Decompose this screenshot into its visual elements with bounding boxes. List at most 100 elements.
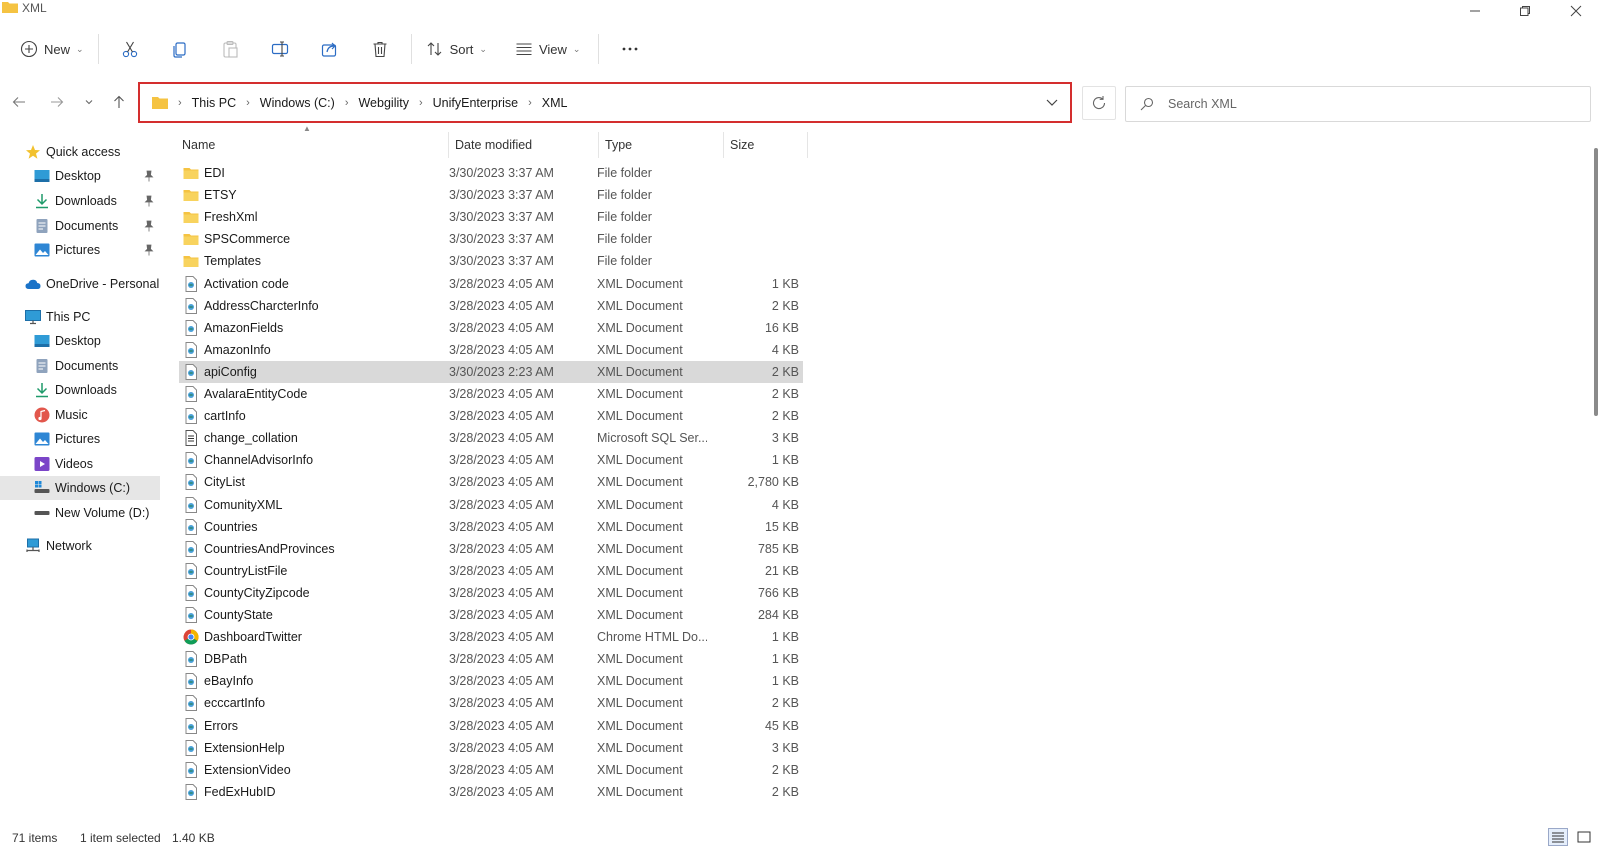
column-divider[interactable] — [807, 132, 808, 158]
file-row[interactable]: SPSCommerce 3/30/2023 3:37 AM File folder — [179, 228, 803, 250]
file-row[interactable]: ExtensionVideo 3/28/2023 4:05 AM XML Docum… — [179, 759, 803, 781]
file-row[interactable]: eBayInfo 3/28/2023 4:05 AM XML Document 1 K… — [179, 670, 803, 692]
copy-button[interactable] — [155, 31, 205, 67]
column-divider[interactable] — [598, 132, 599, 158]
pin-icon[interactable] — [144, 170, 154, 182]
column-divider[interactable] — [723, 132, 724, 158]
tiles-view-button[interactable] — [1574, 828, 1594, 846]
file-row[interactable]: apiConfig 3/30/2023 2:23 AM XML Document 2 … — [179, 360, 803, 383]
file-row[interactable]: ETSY 3/30/2023 3:37 AM File folder — [179, 184, 803, 206]
file-row[interactable]: AvalaraEntityCode 3/28/2023 4:05 AM XML Do… — [179, 383, 803, 405]
more-options-button[interactable] — [605, 31, 655, 67]
pin-icon[interactable] — [144, 220, 154, 232]
file-row[interactable]: ecccartInfo 3/28/2023 4:05 AM XML Document… — [179, 692, 803, 714]
new-button[interactable]: New ⌄ — [12, 31, 92, 67]
file-name: CountryListFile — [204, 563, 288, 578]
file-size: 2 KB — [771, 696, 799, 711]
file-row[interactable]: CountyCityZipcode 3/28/2023 4:05 AM XML Do… — [179, 582, 803, 604]
file-list: ▲ Name Date modified Type Size EDI 3/30/2… — [162, 124, 1592, 814]
file-date-modified: 3/28/2023 4:05 AM — [449, 563, 554, 578]
sidebar-item-downloads-pinned[interactable]: Downloads — [0, 189, 160, 213]
breadcrumb-windows-c[interactable]: Windows (C:) — [260, 96, 335, 110]
xml-file-icon — [183, 341, 199, 358]
file-date-modified: 3/30/2023 3:37 AM — [449, 210, 554, 225]
cut-button[interactable] — [105, 31, 155, 67]
column-header-type[interactable]: Type — [605, 132, 715, 158]
file-row[interactable]: AmazonFields 3/28/2023 4:05 AM XML Documen… — [179, 317, 803, 339]
file-row[interactable]: CityList 3/28/2023 4:05 AM XML Document 2,7… — [179, 471, 803, 493]
sidebar-item-documents[interactable]: Documents — [0, 354, 160, 378]
up-button[interactable] — [107, 90, 131, 114]
column-header-date[interactable]: Date modified — [455, 132, 595, 158]
pin-icon[interactable] — [144, 244, 154, 256]
file-row[interactable]: DBPath 3/28/2023 4:05 AM XML Document 1 KB — [179, 648, 803, 670]
restore-button[interactable] — [1502, 0, 1548, 22]
rename-button[interactable] — [255, 31, 305, 67]
refresh-button[interactable] — [1082, 86, 1116, 120]
sidebar-item-desktop-pinned[interactable]: Desktop — [0, 164, 160, 188]
file-row[interactable]: AmazonInfo 3/28/2023 4:05 AM XML Document 4… — [179, 339, 803, 361]
sidebar-item-videos[interactable]: Videos — [0, 452, 160, 476]
vertical-scrollbar[interactable] — [1592, 128, 1600, 814]
column-header-name[interactable]: Name — [182, 132, 438, 158]
close-button[interactable] — [1553, 0, 1599, 22]
column-header-size[interactable]: Size — [730, 132, 800, 158]
file-row[interactable]: ExtensionHelp 3/28/2023 4:05 AM XML Docume… — [179, 737, 803, 759]
address-bar[interactable]: › This PC › Windows (C:) › Webgility › U… — [138, 82, 1072, 123]
file-row[interactable]: Templates 3/30/2023 3:37 AM File folder — [179, 250, 803, 272]
sidebar-item-onedrive[interactable]: OneDrive - Personal — [0, 272, 160, 296]
file-row[interactable]: AddressCharcterInfo 3/28/2023 4:05 AM XML … — [179, 295, 803, 317]
share-button[interactable] — [305, 31, 355, 67]
file-type: XML Document — [597, 652, 683, 667]
chevron-down-icon[interactable] — [1044, 94, 1060, 110]
pin-icon[interactable] — [144, 195, 154, 207]
file-name: EDI — [204, 166, 225, 180]
file-row[interactable]: ChannelAdvisorInfo 3/28/2023 4:05 AM XML D… — [179, 449, 803, 471]
sidebar-item-music[interactable]: Music — [0, 403, 160, 427]
search-box[interactable] — [1125, 86, 1591, 122]
sidebar-item-new-volume-d[interactable]: New Volume (D:) — [0, 501, 160, 525]
breadcrumb-this-pc[interactable]: This PC — [192, 96, 236, 110]
forward-button[interactable] — [45, 90, 69, 114]
file-name: ChannelAdvisorInfo — [204, 453, 314, 468]
sidebar-item-pictures-pinned[interactable]: Pictures — [0, 238, 160, 262]
file-row[interactable]: CountyState 3/28/2023 4:05 AM XML Document… — [179, 604, 803, 626]
back-button[interactable] — [7, 90, 31, 114]
file-row[interactable]: EDI 3/30/2023 3:37 AM File folder — [179, 162, 803, 184]
sidebar-item-quick-access[interactable]: Quick access — [0, 140, 160, 164]
file-row[interactable]: Activation code 3/28/2023 4:05 AM XML Docu… — [179, 273, 803, 295]
search-input[interactable] — [1168, 97, 1568, 111]
breadcrumb-webgility[interactable]: Webgility — [358, 96, 408, 110]
sidebar-item-desktop[interactable]: Desktop — [0, 329, 160, 353]
view-button[interactable]: View ⌄ — [507, 31, 589, 67]
file-row[interactable]: CountriesAndProvinces 3/28/2023 4:05 AM XM… — [179, 538, 803, 560]
file-type: XML Document — [597, 563, 683, 578]
file-row[interactable]: FreshXml 3/30/2023 3:37 AM File folder — [179, 206, 803, 228]
file-row[interactable]: Countries 3/28/2023 4:05 AM XML Document 15… — [179, 516, 803, 538]
sidebar-item-network[interactable]: Network — [0, 534, 160, 558]
paste-button[interactable] — [205, 31, 255, 67]
sidebar-item-windows-c[interactable]: Windows (C:) — [0, 476, 160, 500]
scrollbar-thumb[interactable] — [1594, 148, 1598, 416]
details-view-button[interactable] — [1548, 828, 1568, 846]
column-divider[interactable] — [448, 132, 449, 158]
file-row[interactable]: ComunityXML 3/28/2023 4:05 AM XML Document… — [179, 494, 803, 516]
delete-button[interactable] — [355, 31, 405, 67]
file-date-modified: 3/30/2023 3:37 AM — [449, 166, 554, 180]
file-row[interactable]: Errors 3/28/2023 4:05 AM XML Document 45 KB — [179, 715, 803, 737]
sidebar-item-downloads[interactable]: Downloads — [0, 378, 160, 402]
file-row[interactable]: FedExHubID 3/28/2023 4:05 AM XML Document 2… — [179, 781, 803, 803]
sort-button[interactable]: Sort ⌄ — [418, 31, 495, 67]
file-row[interactable]: CountryListFile 3/28/2023 4:05 AM XML Docu… — [179, 560, 803, 582]
breadcrumb-xml[interactable]: XML — [542, 96, 568, 110]
sidebar-item-documents-pinned[interactable]: Documents — [0, 214, 160, 238]
sidebar-item-pictures[interactable]: Pictures — [0, 427, 160, 451]
file-row[interactable]: cartInfo 3/28/2023 4:05 AM XML Document 2 K… — [179, 405, 803, 427]
minimize-button[interactable] — [1452, 0, 1498, 22]
file-row[interactable]: DashboardTwitter 3/28/2023 4:05 AM Chrome … — [179, 626, 803, 648]
cloud-icon — [25, 276, 41, 292]
recent-locations-button[interactable] — [77, 90, 101, 114]
sidebar-item-this-pc[interactable]: This PC — [0, 305, 160, 329]
file-row[interactable]: change_collation 3/28/2023 4:05 AM Microso… — [179, 427, 803, 449]
breadcrumb-unifyenterprise[interactable]: UnifyEnterprise — [433, 96, 518, 110]
